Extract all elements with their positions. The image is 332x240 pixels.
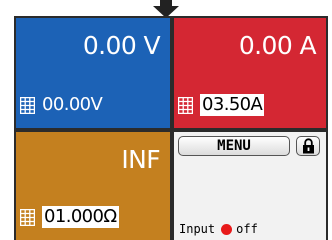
input-label: Input <box>179 222 216 236</box>
voltage-panel: 0.00 V 00.00V <box>16 18 170 128</box>
grid-icon <box>20 96 35 114</box>
current-set-row[interactable]: 03.50A <box>178 94 265 116</box>
current-actual-value: 0.00 A <box>238 31 317 60</box>
status-panel: MENU Input off <box>174 132 326 240</box>
lock-button[interactable] <box>296 136 320 156</box>
voltage-set-row[interactable]: 00.00V <box>20 94 103 116</box>
resistance-panel: INF 01.000Ω <box>16 132 170 240</box>
grid-icon <box>20 208 35 226</box>
voltage-set-value[interactable]: 00.00V <box>42 94 103 116</box>
lock-icon <box>303 138 314 154</box>
resistance-set-row[interactable]: 01.000Ω <box>20 206 119 228</box>
voltage-actual-value: 0.00 V <box>82 31 161 60</box>
resistance-actual-value: INF <box>121 145 160 174</box>
grid-icon <box>178 96 193 114</box>
current-panel: 0.00 A 03.50A <box>174 18 326 128</box>
menu-button[interactable]: MENU <box>178 136 290 156</box>
resistance-set-value[interactable]: 01.000Ω <box>42 206 119 228</box>
input-status: Input off <box>179 222 258 236</box>
current-set-value[interactable]: 03.50A <box>200 94 265 116</box>
input-state: off <box>236 222 258 236</box>
input-indicator <box>221 223 233 235</box>
device-screen: 0.00 V 00.00V 0.00 A 03.50A INF 01.000Ω … <box>14 16 328 240</box>
